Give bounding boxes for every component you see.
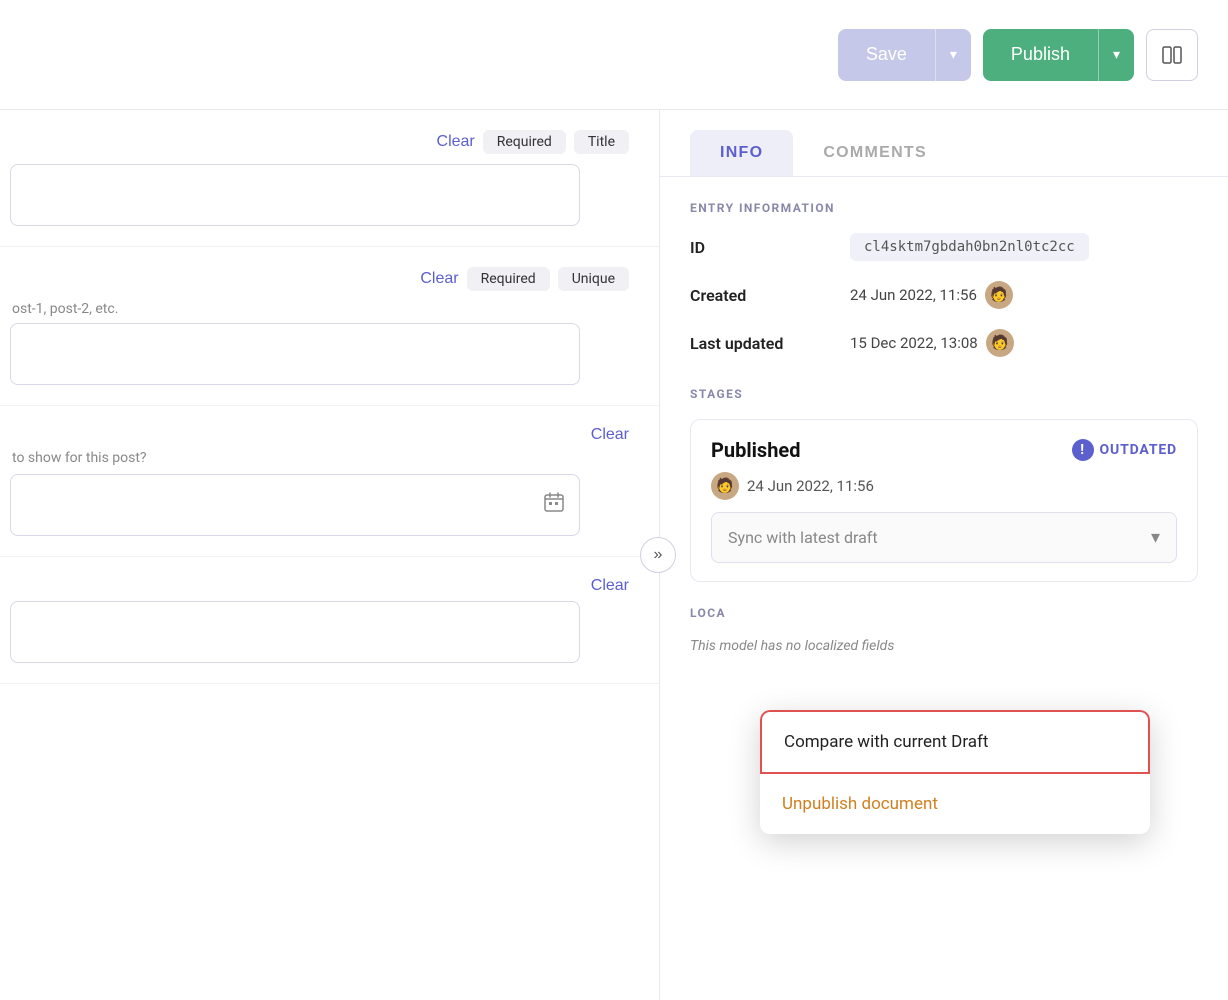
locale-section: LOCA This model has no localized fields (690, 606, 1198, 654)
field-title-badges: Clear Required Title (10, 130, 629, 154)
compare-draft-item[interactable]: Compare with current Draft (760, 710, 1150, 774)
title-input[interactable] (10, 164, 580, 226)
tab-comments[interactable]: COMMENTS (793, 130, 957, 176)
published-stage-card: Published ! OUTDATED 🧑 24 Jun 2022, 11:5… (690, 419, 1198, 582)
publish-chevron-icon: ▾ (1113, 46, 1120, 63)
sync-chevron-icon: ▾ (1151, 527, 1160, 548)
field-title-section: Clear Required Title (0, 110, 659, 247)
created-date: 24 Jun 2022, 11:56 (850, 286, 977, 304)
save-dropdown-button[interactable]: ▾ (935, 29, 971, 81)
sync-dropdown[interactable]: Sync with latest draft ▾ (711, 512, 1177, 563)
field-slug-section: Clear Required Unique ost-1, post-2, etc… (0, 247, 659, 406)
save-chevron-icon: ▾ (950, 46, 957, 63)
locale-hint: This model has no localized fields (690, 638, 1198, 654)
layout-toggle-button[interactable] (1146, 29, 1198, 81)
stage-date: 🧑 24 Jun 2022, 11:56 (711, 472, 1177, 500)
toolbar: Save ▾ Publish ▾ (0, 0, 1228, 110)
main-layout: Clear Required Title Clear Required Uniq… (0, 110, 1228, 1000)
stage-avatar: 🧑 (711, 472, 739, 500)
unpublish-document-item[interactable]: Unpublish document (760, 774, 1150, 834)
clear-locale-button[interactable]: Clear (591, 577, 629, 595)
created-avatar: 🧑 (985, 281, 1013, 309)
stage-date-value: 24 Jun 2022, 11:56 (747, 477, 874, 495)
outdated-label: OUTDATED (1100, 442, 1177, 458)
updated-date: 15 Dec 2022, 13:08 (850, 334, 978, 352)
created-row: Created 24 Jun 2022, 11:56 🧑 (690, 281, 1198, 309)
stages-section: STAGES Published ! OUTDATED 🧑 24 Jun 202… (690, 387, 1198, 582)
updated-avatar: 🧑 (986, 329, 1014, 357)
clear-date-button[interactable]: Clear (591, 426, 629, 444)
sync-label: Sync with latest draft (728, 528, 878, 547)
id-value: cl4sktm7gbdah0bn2nl0tc2cc (850, 233, 1089, 261)
slug-hint: ost-1, post-2, etc. (10, 301, 629, 317)
publish-button-group[interactable]: Publish ▾ (983, 29, 1134, 81)
title-badge: Title (574, 130, 629, 154)
outdated-icon: ! (1072, 439, 1094, 461)
stage-name: Published (711, 438, 800, 462)
field-locale-section: Clear (0, 557, 659, 684)
date-input[interactable] (10, 474, 580, 536)
layout-icon (1161, 44, 1183, 66)
created-label: Created (690, 286, 850, 305)
left-panel: Clear Required Title Clear Required Uniq… (0, 110, 660, 1000)
unique-badge: Unique (558, 267, 629, 291)
id-label: ID (690, 238, 850, 257)
clear-slug-button[interactable]: Clear (420, 270, 458, 288)
locale-input[interactable] (10, 601, 580, 663)
locale-section-title: LOCA (690, 606, 1198, 620)
created-value: 24 Jun 2022, 11:56 🧑 (850, 281, 1013, 309)
clear-title-button[interactable]: Clear (437, 133, 475, 151)
outdated-badge: ! OUTDATED (1072, 439, 1177, 461)
panel-collapse-button[interactable]: » (640, 537, 676, 573)
updated-label: Last updated (690, 334, 850, 353)
updated-value: 15 Dec 2022, 13:08 🧑 (850, 329, 1014, 357)
required-badge: Required (483, 130, 566, 154)
stages-section-title: STAGES (690, 387, 1198, 401)
stage-card-header: Published ! OUTDATED (711, 438, 1177, 462)
updated-row: Last updated 15 Dec 2022, 13:08 🧑 (690, 329, 1198, 357)
entry-info-table: ID cl4sktm7gbdah0bn2nl0tc2cc Created 24 … (690, 233, 1198, 357)
sync-dropdown-popup: Compare with current Draft Unpublish doc… (760, 710, 1150, 834)
publish-main-button[interactable]: Publish (983, 29, 1098, 81)
date-question: to show for this post? (10, 450, 629, 466)
save-main-button[interactable]: Save (838, 29, 935, 81)
save-button-group[interactable]: Save ▾ (838, 29, 971, 81)
right-panel: INFO COMMENTS ENTRY INFORMATION ID cl4sk… (660, 110, 1228, 1000)
tabs-bar: INFO COMMENTS (660, 110, 1228, 177)
required-badge-2: Required (467, 267, 550, 291)
field-slug-badges: Clear Required Unique (10, 267, 629, 291)
info-content: ENTRY INFORMATION ID cl4sktm7gbdah0bn2nl… (660, 177, 1228, 678)
tab-info[interactable]: INFO (690, 130, 793, 176)
entry-info-section-title: ENTRY INFORMATION (690, 201, 1198, 215)
id-row: ID cl4sktm7gbdah0bn2nl0tc2cc (690, 233, 1198, 261)
id-badge: cl4sktm7gbdah0bn2nl0tc2cc (850, 233, 1089, 261)
calendar-icon (542, 490, 566, 520)
publish-dropdown-button[interactable]: ▾ (1098, 29, 1134, 81)
slug-input[interactable] (10, 323, 580, 385)
field-date-section: Clear to show for this post? (0, 406, 659, 557)
